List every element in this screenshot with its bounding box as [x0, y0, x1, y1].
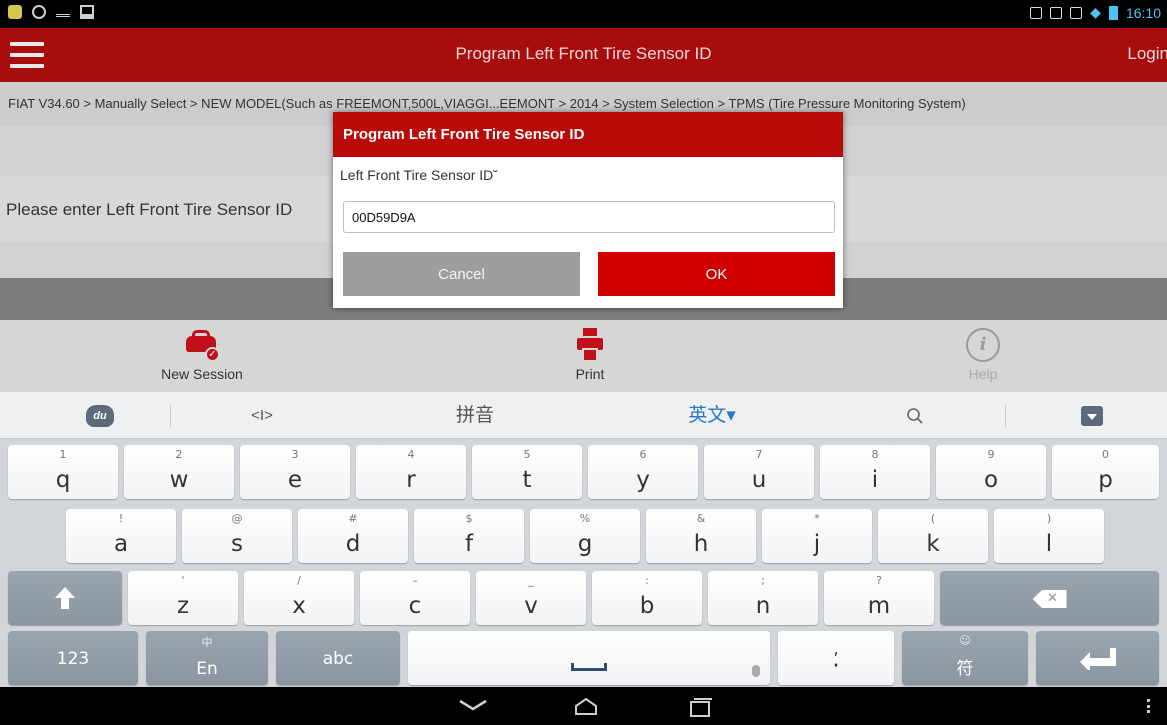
sensor-id-input[interactable]	[343, 201, 835, 233]
sync-icon	[32, 5, 46, 19]
login-button[interactable]: Login	[1127, 44, 1167, 64]
ime-separator	[1005, 404, 1006, 428]
key-u[interactable]: 7u	[704, 445, 814, 499]
page-title: Program Left Front Tire Sensor ID	[455, 44, 712, 63]
enter-key[interactable]	[1036, 631, 1159, 685]
pinyin-mode-button[interactable]: 拼音	[430, 392, 520, 439]
comma-key[interactable]: , ·	[778, 631, 894, 685]
numeric-mode-key[interactable]: 123	[8, 631, 138, 685]
key-j[interactable]: * j	[762, 509, 872, 563]
key-z[interactable]: ' z	[128, 571, 238, 625]
key-t[interactable]: 5t	[472, 445, 582, 499]
key-p[interactable]: 0p	[1052, 445, 1159, 499]
ime-logo-button[interactable]: du	[60, 392, 140, 439]
new-session-label: New Session	[161, 366, 243, 382]
overflow-menu-icon[interactable]	[1147, 699, 1151, 713]
screenshot-icon	[80, 5, 94, 19]
enter-arrow-icon	[1079, 648, 1116, 670]
cancel-button[interactable]: Cancel	[343, 252, 580, 296]
help-button[interactable]: i Help	[913, 328, 1053, 382]
key-c[interactable]: – c	[360, 571, 470, 625]
key-g[interactable]: % g	[530, 509, 640, 563]
key-b[interactable]: :b	[592, 571, 702, 625]
key-y[interactable]: 6y	[588, 445, 698, 499]
hide-keyboard-icon	[1081, 405, 1103, 426]
key-n[interactable]: ; n	[708, 571, 818, 625]
key-r[interactable]: 4r	[356, 445, 466, 499]
soft-keyboard: 1q 2w 3e 4r 5t 6y 7u 8i 9o 0p ! a @ s # d $…	[0, 439, 1167, 687]
action-toolbar: ✓ New Session Print i Help	[0, 320, 1167, 392]
search-icon	[907, 408, 923, 424]
new-session-button[interactable]: ✓ New Session	[132, 328, 272, 382]
backspace-key[interactable]: ✕	[940, 571, 1159, 625]
printer-icon	[577, 328, 603, 362]
sensor-id-label: Left Front Tire Sensor ID˘	[340, 167, 498, 183]
key-o[interactable]: 9o	[936, 445, 1046, 499]
space-key[interactable]	[408, 631, 770, 685]
key-e[interactable]: 3e	[240, 445, 350, 499]
vibrate-icon	[1050, 6, 1063, 19]
key-l[interactable]: ) l	[994, 509, 1104, 563]
ok-button[interactable]: OK	[598, 252, 835, 296]
app-notification-icon	[8, 5, 22, 19]
notification-icons	[8, 5, 94, 19]
key-w[interactable]: 2w	[124, 445, 234, 499]
back-chevron-icon[interactable]	[458, 697, 488, 713]
key-m[interactable]: ? m	[824, 571, 934, 625]
status-bar: ◆ 16:10	[0, 0, 1167, 28]
key-d[interactable]: # d	[298, 509, 408, 563]
backspace-icon: ✕	[1032, 590, 1067, 608]
key-i[interactable]: 8i	[820, 445, 930, 499]
key-f[interactable]: $ f	[414, 509, 524, 563]
system-icons: ◆ 16:10	[1030, 4, 1161, 21]
help-label: Help	[968, 366, 998, 382]
key-a[interactable]: ! a	[66, 509, 176, 563]
usb-icon	[56, 7, 70, 17]
key-h[interactable]: & h	[646, 509, 756, 563]
abc-mode-key[interactable]: abc	[276, 631, 400, 685]
dialog-title: Program Left Front Tire Sensor ID	[333, 112, 843, 157]
language-switch-key[interactable]: 中 En	[146, 631, 268, 685]
key-v[interactable]: _ v	[476, 571, 586, 625]
media-icon	[1030, 6, 1043, 19]
key-k[interactable]: (k	[878, 509, 988, 563]
shift-arrow-icon	[55, 587, 75, 609]
shift-key[interactable]	[8, 571, 122, 625]
hide-keyboard-button[interactable]	[1062, 392, 1122, 439]
key-x[interactable]: / x	[244, 571, 354, 625]
prompt-text: Please enter Left Front Tire Sensor ID	[6, 200, 293, 219]
bluetooth-icon	[1070, 6, 1083, 19]
microphone-icon	[752, 665, 760, 677]
print-button[interactable]: Print	[520, 328, 660, 382]
ime-toolbar: du <I> 拼音 英文▾	[0, 392, 1167, 439]
sensor-id-dialog: Program Left Front Tire Sensor ID Left F…	[333, 112, 843, 308]
ime-separator	[170, 404, 171, 428]
english-mode-button[interactable]: 英文▾	[662, 392, 762, 439]
symbol-key[interactable]: ☺ 符	[902, 631, 1028, 685]
cursor-tool-button[interactable]: <I>	[222, 392, 302, 439]
key-s[interactable]: @ s	[182, 509, 292, 563]
baidu-logo-icon: du	[86, 404, 114, 427]
clock: 16:10	[1125, 4, 1161, 21]
ime-search-button[interactable]	[885, 392, 945, 439]
key-q[interactable]: 1q	[8, 445, 118, 499]
wifi-icon: ◆	[1090, 4, 1101, 20]
print-label: Print	[575, 366, 605, 382]
navigation-bar	[0, 687, 1167, 725]
space-icon	[571, 663, 607, 671]
car-check-icon: ✓	[184, 328, 220, 362]
home-icon[interactable]	[572, 697, 600, 715]
battery-icon	[1108, 5, 1118, 20]
title-bar: Program Left Front Tire Sensor ID Login	[0, 28, 1167, 82]
recent-apps-icon[interactable]	[687, 697, 715, 717]
help-icon: i	[966, 328, 1000, 362]
